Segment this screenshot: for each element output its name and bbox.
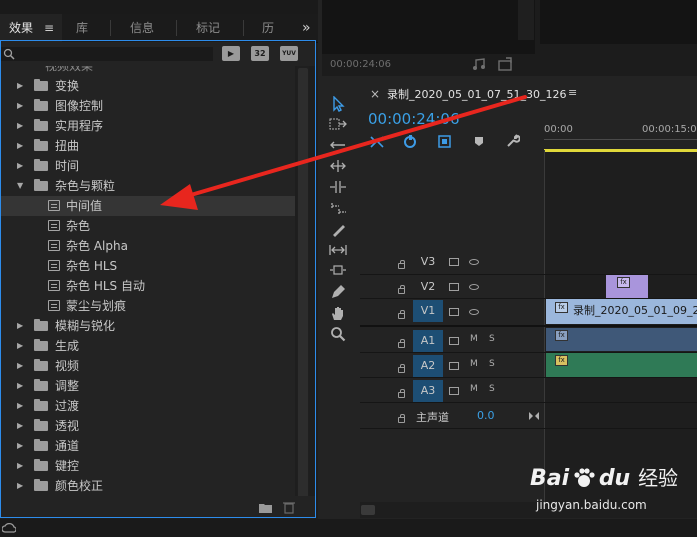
hand-tool-icon[interactable] [330, 305, 346, 321]
master-volume-value[interactable]: 0.0 [477, 409, 495, 422]
add-marker-icon[interactable] [438, 135, 452, 148]
ruler-start: 00:00 [544, 124, 573, 135]
tab-divider [243, 20, 244, 36]
monitor-scrollbar[interactable] [518, 0, 534, 40]
solo-button[interactable]: S [489, 359, 495, 369]
timeline-scroll-handle[interactable] [361, 505, 375, 515]
export-frame-icon[interactable] [498, 57, 514, 71]
v2-clip[interactable]: fx [606, 275, 648, 298]
monitor-viewer-secondary [540, 0, 697, 44]
creative-cloud-icon[interactable] [2, 523, 16, 533]
tab-library[interactable]: 库 [76, 14, 88, 42]
close-sequence-icon[interactable]: × [370, 87, 380, 101]
tab-markers[interactable]: 标记 [196, 14, 220, 42]
panel-focus-border [0, 40, 316, 518]
track-separator [360, 428, 697, 429]
timeline-timecode[interactable]: 00:00:24:06 [368, 110, 460, 128]
fx-badge-icon: fx [555, 355, 568, 366]
razor-tool-icon[interactable] [330, 222, 346, 238]
lock-icon[interactable] [398, 285, 405, 294]
track-a1-name[interactable]: A1 [413, 330, 443, 352]
eye-icon[interactable] [469, 259, 479, 265]
tab-menu-icon[interactable]: ≡ [44, 14, 54, 42]
lock-icon[interactable] [398, 389, 405, 398]
eye-icon[interactable] [469, 284, 479, 290]
track-v2-name[interactable]: V2 [413, 276, 443, 298]
slip-tool-icon[interactable] [329, 201, 347, 217]
tab-overflow-icon[interactable]: » [302, 14, 311, 42]
top-strip [0, 0, 318, 14]
rolling-edit-tool-icon[interactable] [329, 159, 347, 173]
tab-divider [110, 20, 111, 36]
watermark-cn: 经验 [638, 466, 679, 490]
film-icon[interactable] [449, 283, 459, 291]
watermark-url: jingyan.baidu.com [536, 498, 647, 512]
selection-tool-icon[interactable] [330, 96, 346, 112]
slide-tool-icon[interactable] [329, 243, 347, 257]
track-a3-name[interactable]: A3 [413, 380, 443, 402]
mute-button[interactable]: M [470, 334, 478, 344]
paw-icon [573, 468, 595, 488]
fx-badge-icon: fx [555, 330, 568, 341]
lock-icon[interactable] [398, 364, 405, 373]
lock-icon[interactable] [398, 310, 405, 319]
track-separator [360, 377, 697, 378]
fx-badge-icon: fx [617, 277, 630, 288]
sequence-name[interactable]: 录制_2020_05_01_07_51_30_126 [387, 86, 566, 102]
tab-info[interactable]: 信息 [130, 14, 154, 42]
snap-icon[interactable] [370, 136, 384, 148]
track-v1-name[interactable]: V1 [413, 300, 443, 322]
eye-icon[interactable] [469, 309, 479, 315]
audio-track-icon[interactable] [449, 387, 459, 395]
panel-tab-bar: 效果 ≡ 库 信息 标记 历史 » [0, 14, 318, 43]
marker-icon[interactable] [474, 136, 484, 147]
ruler-mark-15s: 00:00:15:00 [642, 124, 697, 135]
sequence-menu-icon[interactable]: ≡ [568, 86, 577, 99]
track-v3-name[interactable]: V3 [413, 251, 443, 273]
ripple-edit-tool-icon[interactable] [329, 139, 347, 151]
watermark-brand: Bai [530, 466, 570, 491]
solo-button[interactable]: S [489, 384, 495, 394]
film-icon[interactable] [449, 308, 459, 316]
lock-icon[interactable] [398, 414, 405, 423]
rate-stretch-tool-icon[interactable] [329, 180, 347, 194]
lock-icon[interactable] [398, 260, 405, 269]
monitor-viewer [322, 0, 535, 54]
a2-clip[interactable]: fx [546, 353, 697, 377]
status-bar [0, 519, 697, 537]
track-divider [544, 150, 545, 510]
v1-clip-label: 录制_2020_05_01_09_2 [573, 304, 697, 317]
track-select-tool-icon[interactable] [329, 117, 347, 131]
wrench-icon[interactable] [506, 134, 520, 148]
slide-tool-2-icon[interactable] [329, 263, 347, 277]
master-expand-icon[interactable] [528, 411, 540, 421]
video-audio-separator [360, 325, 697, 327]
audio-track-icon[interactable] [449, 362, 459, 370]
solo-button[interactable]: S [489, 334, 495, 344]
tab-history[interactable]: 历史 [262, 14, 282, 42]
mute-button[interactable]: M [470, 384, 478, 394]
mute-button[interactable]: M [470, 359, 478, 369]
music-note-icon[interactable] [472, 58, 488, 71]
track-separator [360, 402, 697, 403]
zoom-tool-icon[interactable] [330, 326, 346, 342]
watermark-brand-2: du [598, 466, 631, 491]
timeline-ruler[interactable] [544, 139, 697, 140]
tab-effects-label: 效果 [9, 21, 34, 35]
v1-clip[interactable]: fx 录制_2020_05_01_09_2 [546, 299, 697, 324]
baidu-watermark: Bai du 经验 jingyan.baidu.com [530, 462, 678, 512]
linked-selection-icon[interactable] [403, 135, 417, 148]
monitor-timecode: 00:00:24:06 [330, 59, 392, 70]
film-icon[interactable] [449, 258, 459, 266]
lock-icon[interactable] [398, 339, 405, 348]
fx-badge-icon: fx [555, 302, 568, 313]
tab-divider [176, 20, 177, 36]
track-a2-name[interactable]: A2 [413, 355, 443, 377]
tab-effects[interactable]: 效果 ≡ [0, 14, 62, 42]
work-area-bar[interactable] [544, 149, 697, 152]
pen-tool-icon[interactable] [330, 284, 346, 300]
master-track-label: 主声道 [416, 411, 449, 424]
audio-track-icon[interactable] [449, 337, 459, 345]
a1-clip[interactable]: fx [546, 328, 697, 351]
